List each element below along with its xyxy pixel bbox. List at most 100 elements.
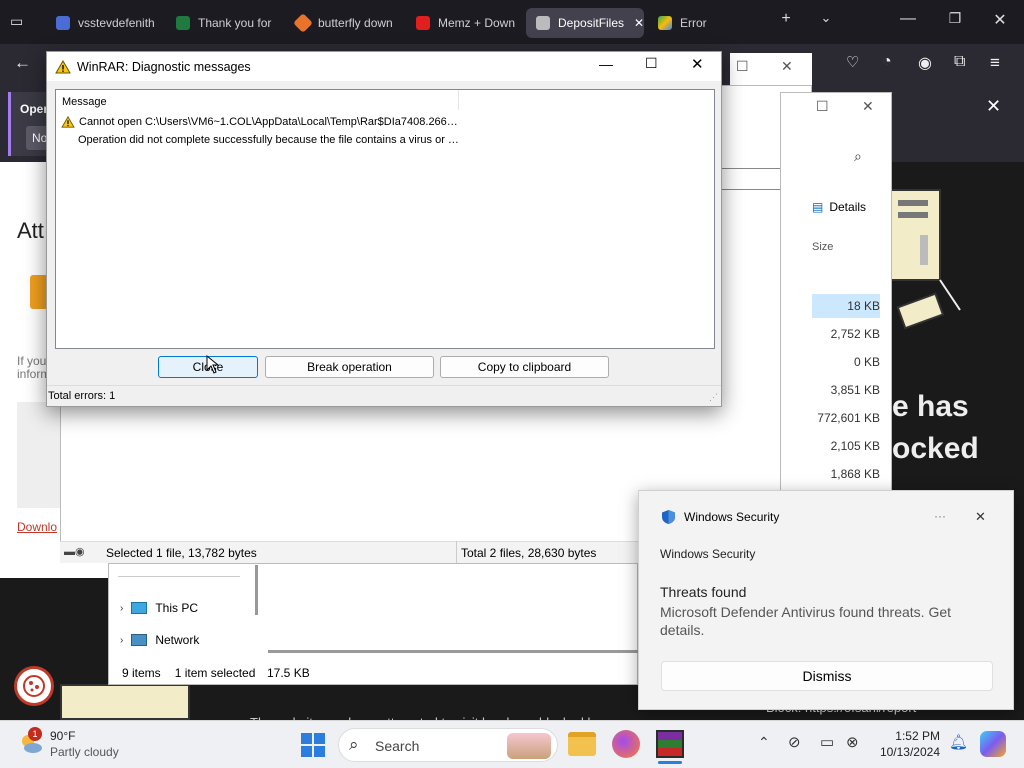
file-size: 2,105 KB bbox=[830, 439, 880, 453]
extensions-icon[interactable]: ⧉ bbox=[954, 53, 965, 71]
nav-item-this-pc[interactable]: › This PC bbox=[120, 601, 198, 615]
chevron-right-icon[interactable]: › bbox=[120, 603, 123, 614]
toast-app-name: Windows Security bbox=[684, 510, 780, 524]
tab-label: Memz + Down bbox=[438, 16, 516, 30]
restore-button[interactable]: ❐ bbox=[940, 10, 970, 27]
display-icon[interactable]: ▭ bbox=[820, 733, 834, 751]
back-arrow-icon[interactable]: ← bbox=[14, 53, 31, 73]
dialog-status: Total errors: 1 bbox=[48, 390, 116, 402]
size-column-header[interactable]: Size bbox=[812, 241, 833, 253]
infobar-title-partial: Oper bbox=[20, 102, 49, 116]
winrar-diagnostic-dialog: WinRAR: Diagnostic messages — ☐ ✕ Messag… bbox=[46, 51, 722, 407]
tab-thank-you[interactable]: Thank you for bbox=[166, 8, 280, 38]
tab-favicon bbox=[536, 16, 550, 30]
clock-time[interactable]: 1:52 PM bbox=[874, 729, 940, 743]
details-icon: ▤ bbox=[812, 200, 824, 214]
copy-to-clipboard-button[interactable]: Copy to clipboard bbox=[440, 356, 609, 378]
message-column-header[interactable]: Message bbox=[62, 96, 107, 108]
nav-scrollbar[interactable] bbox=[255, 565, 258, 615]
tab-label: vsstevdefenith bbox=[78, 16, 155, 30]
mouse-cursor-icon bbox=[206, 355, 220, 374]
close-window-button[interactable]: ✕ bbox=[985, 10, 1015, 30]
explorer-restore-icon[interactable]: ☐ bbox=[816, 98, 829, 115]
chevron-right-icon[interactable]: › bbox=[120, 635, 123, 646]
blocked-text-line2: ocked bbox=[892, 432, 979, 465]
tab-depositfiles[interactable]: DepositFiles ✕ bbox=[526, 8, 644, 38]
search-icon: ⌕ bbox=[349, 735, 359, 754]
tab-favicon bbox=[293, 13, 313, 33]
toast-close-icon[interactable]: ✕ bbox=[975, 509, 986, 525]
drive-icon bbox=[658, 16, 672, 30]
message-row[interactable]: Cannot open C:\Users\VM6~1.COL\AppData\L… bbox=[61, 116, 458, 128]
winrar-taskbar-icon[interactable] bbox=[656, 730, 684, 758]
file-explorer-taskbar-icon[interactable] bbox=[568, 732, 596, 756]
message-list[interactable]: Message Cannot open C:\Users\VM6~1.COL\A… bbox=[55, 89, 715, 349]
explorer-back-restore-icon[interactable]: ☐ bbox=[736, 58, 749, 75]
account-icon[interactable]: ◉ bbox=[918, 53, 932, 73]
this-pc-icon bbox=[131, 602, 148, 614]
clock-date[interactable]: 10/13/2024 bbox=[874, 745, 940, 759]
tab-butterfly[interactable]: butterfly down bbox=[286, 8, 400, 38]
status-divider bbox=[456, 541, 457, 563]
firefox-taskbar-icon[interactable] bbox=[612, 730, 640, 758]
minimize-button[interactable]: — bbox=[893, 10, 923, 28]
selected-size: 17.5 KB bbox=[267, 666, 310, 680]
download-link[interactable]: Downlo bbox=[17, 520, 57, 534]
nav-item-label: Network bbox=[155, 633, 200, 647]
dialog-minimize-button[interactable]: — bbox=[599, 56, 613, 72]
pocket-icon[interactable]: ♡ bbox=[846, 53, 859, 71]
weather-temp[interactable]: 90°F bbox=[50, 729, 75, 743]
break-operation-button[interactable]: Break operation bbox=[265, 356, 434, 378]
toast-subtitle: Windows Security bbox=[660, 547, 756, 561]
status-total: Total 2 files, 28,630 bytes bbox=[461, 546, 597, 560]
taskbar-search-box[interactable]: ⌕ Search bbox=[338, 728, 558, 762]
dialog-maximize-button[interactable]: ☐ bbox=[645, 55, 658, 72]
start-button[interactable] bbox=[300, 732, 326, 761]
toast-body: Microsoft Defender Antivirus found threa… bbox=[660, 604, 952, 638]
resize-grip-icon[interactable]: ⋰ bbox=[709, 392, 718, 403]
dismiss-button[interactable]: Dismiss bbox=[661, 661, 993, 691]
copilot-icon[interactable] bbox=[980, 731, 1006, 757]
windows-security-toast[interactable]: Windows Security ··· ✕ Windows Security … bbox=[638, 490, 1014, 710]
tab-favicon bbox=[56, 16, 70, 30]
tab-list-icon[interactable]: ▭ bbox=[10, 13, 23, 30]
cookie-settings-button[interactable] bbox=[14, 666, 54, 706]
file-size: 0 KB bbox=[853, 355, 880, 369]
message-row-detail[interactable]: Operation did not complete successfully … bbox=[78, 134, 459, 146]
infobar-close-icon[interactable]: ✕ bbox=[986, 96, 1001, 117]
details-view-button[interactable]: ▤ Details bbox=[812, 200, 866, 214]
network-icon bbox=[131, 634, 148, 646]
notification-bell-icon[interactable]: 🔔︎ bbox=[949, 733, 968, 751]
toast-header: Windows Security bbox=[661, 509, 779, 525]
tab-close-icon[interactable]: ✕ bbox=[634, 16, 644, 30]
sync-icon[interactable]: ◔ bbox=[882, 53, 892, 71]
explorer-back-close-icon[interactable]: ✕ bbox=[781, 58, 793, 75]
menu-icon[interactable]: ≡ bbox=[990, 53, 1000, 73]
toast-more-options-icon[interactable]: ··· bbox=[934, 509, 946, 523]
tab-vsstevdefenith[interactable]: vsstevdefenith bbox=[46, 8, 160, 38]
tab-memz[interactable]: Memz + Down bbox=[406, 8, 520, 38]
wifi-icon[interactable]: ⊗ bbox=[846, 733, 859, 751]
horizontal-scrollbar[interactable] bbox=[268, 650, 638, 653]
file-size: 1,868 KB bbox=[830, 467, 880, 481]
network-off-icon[interactable]: ⊘ bbox=[788, 733, 801, 751]
tab-error[interactable]: Error bbox=[648, 8, 748, 38]
weather-widget-icon[interactable]: 1 bbox=[18, 727, 44, 756]
tab-label: Error bbox=[680, 16, 707, 30]
new-tab-button[interactable]: + bbox=[771, 10, 801, 28]
column-divider[interactable] bbox=[458, 90, 459, 110]
nav-item-network[interactable]: › Network bbox=[120, 633, 199, 647]
details-label: Details bbox=[829, 200, 867, 214]
cookie-icon bbox=[23, 675, 45, 697]
show-hidden-icons-chevron-icon[interactable]: ⌃ bbox=[758, 734, 770, 751]
dialog-titlebar[interactable]: WinRAR: Diagnostic messages bbox=[47, 52, 721, 81]
weather-desc[interactable]: Partly cloudy bbox=[50, 745, 119, 759]
shield-icon bbox=[662, 510, 675, 524]
weather-badge: 1 bbox=[28, 727, 42, 741]
file-size: 2,752 KB bbox=[830, 327, 880, 341]
tab-overflow-chevron-icon[interactable]: ⌄ bbox=[811, 10, 841, 26]
search-icon[interactable]: ⌕ bbox=[854, 148, 862, 165]
explorer-close-icon[interactable]: ✕ bbox=[862, 98, 874, 115]
dialog-close-x-button[interactable]: ✕ bbox=[691, 55, 704, 73]
nav-item-label: This PC bbox=[155, 601, 199, 615]
